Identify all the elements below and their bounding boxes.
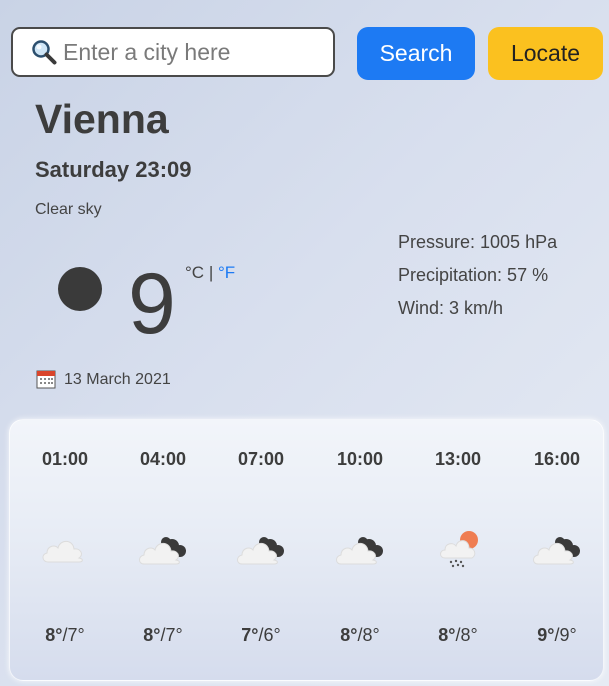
forecast-min: /7° (160, 625, 183, 645)
search-button[interactable]: Search (357, 27, 475, 80)
forecast-temperature: 8°/7° (20, 625, 110, 646)
city-name: Vienna (35, 96, 169, 142)
forecast-max: 8° (143, 625, 161, 645)
forecast-time: 01:00 (41, 449, 89, 469)
forecast-max: 9° (537, 625, 555, 645)
forecast-min: /8° (455, 625, 478, 645)
forecast-temperature: 8°/7° (118, 625, 208, 646)
forecast-max: 8° (438, 625, 456, 645)
calendar-icon (36, 370, 56, 389)
current-temperature: 9 (128, 256, 176, 352)
magnifying-glass-icon (32, 40, 57, 65)
forecast-min: /8° (357, 625, 380, 645)
forecast-item: 01:00 8°/7° (20, 420, 110, 682)
forecast-item: 07:00 7°/6° (216, 420, 306, 682)
forecast-temperature: 7°/6° (216, 625, 306, 646)
unit-separator: | (208, 263, 214, 282)
forecast-time: 16:00 (533, 449, 581, 469)
cloud-night-icon (139, 537, 186, 565)
search-input[interactable] (63, 29, 333, 75)
pressure-text: Pressure: 1005 hPa (398, 232, 558, 252)
weather-condition: Clear sky (35, 201, 102, 218)
forecast-min: /7° (62, 625, 85, 645)
search-box[interactable] (11, 27, 335, 77)
precipitation-text: Precipitation: 57 % (398, 265, 549, 285)
forecast-time: 07:00 (237, 449, 285, 469)
forecast-max: 8° (340, 625, 358, 645)
forecast-item: 10:00 8°/8° (315, 420, 405, 682)
sun-rain-cloud-icon (440, 531, 478, 568)
forecast-item: 16:00 9°/9° (512, 420, 602, 682)
forecast-temperature: 9°/9° (512, 625, 602, 646)
weather-details: Pressure: 1005 hPa Precipitation: 57 % W… (398, 231, 557, 330)
forecast-max: 7° (241, 625, 259, 645)
hourly-forecast: 01:00 8°/7° 04:00 8°/7° 07:00 7°/6° 10:0… (9, 419, 604, 681)
forecast-time: 10:00 (336, 449, 384, 469)
cloud-night-icon (237, 537, 284, 565)
forecast-min: /6° (258, 625, 281, 645)
forecast-temperature: 8°/8° (315, 625, 405, 646)
cloud-icon (42, 540, 83, 563)
unit-toggle: °C | °F (185, 263, 235, 283)
forecast-time: 04:00 (139, 449, 187, 469)
unit-fahrenheit[interactable]: °F (218, 263, 235, 282)
moon-icon (58, 267, 102, 311)
cloud-night-icon (533, 537, 580, 565)
current-date: 13 March 2021 (64, 371, 171, 388)
forecast-item: 04:00 8°/7° (118, 420, 208, 682)
forecast-temperature: 8°/8° (413, 625, 503, 646)
wind-text: Wind: 3 km/h (398, 298, 504, 318)
current-datetime: Saturday 23:09 (35, 157, 192, 182)
locate-button[interactable]: Locate (488, 27, 603, 80)
forecast-min: /9° (554, 625, 577, 645)
forecast-item: 13:00 8°/8° (413, 420, 503, 682)
forecast-max: 8° (45, 625, 63, 645)
forecast-time: 13:00 (434, 449, 482, 469)
cloud-night-icon (336, 537, 383, 565)
unit-celsius[interactable]: °C (185, 263, 204, 282)
